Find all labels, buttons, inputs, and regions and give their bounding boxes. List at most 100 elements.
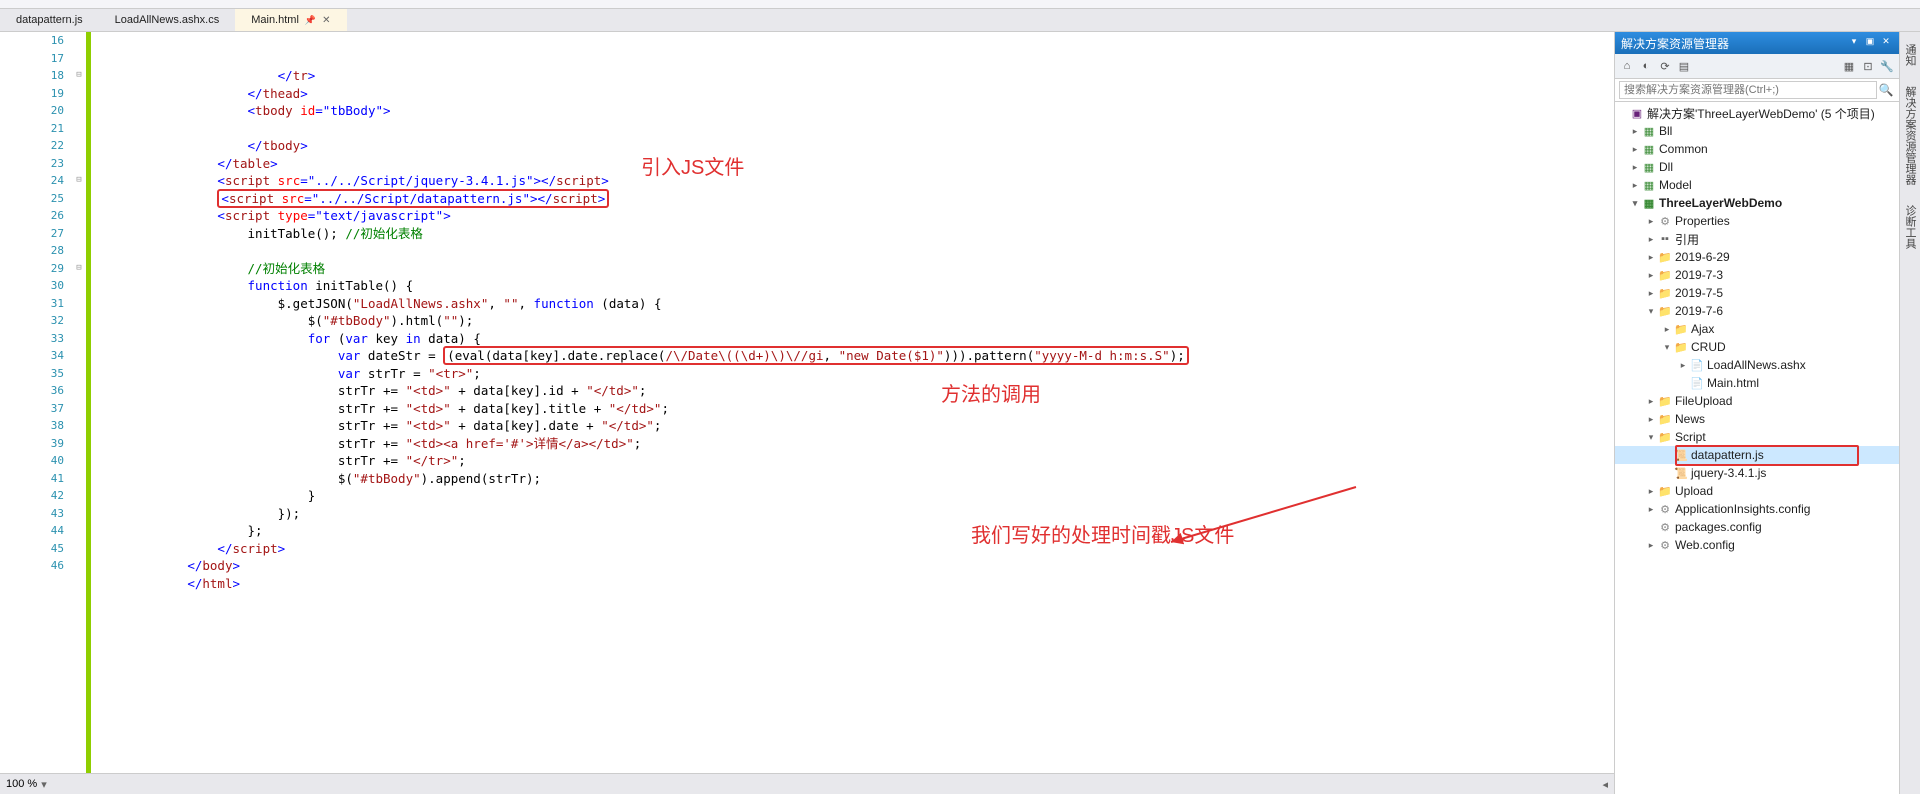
home-icon[interactable]: ⌂ bbox=[1619, 58, 1635, 74]
expand-icon[interactable]: ▾ bbox=[1629, 198, 1641, 209]
solution-root[interactable]: ▣解决方案'ThreeLayerWebDemo' (5 个项目) bbox=[1615, 104, 1899, 122]
tree-item-datapattern-js[interactable]: 📜datapattern.js bbox=[1615, 446, 1899, 464]
se-search-input[interactable] bbox=[1619, 81, 1877, 99]
outline-marker[interactable] bbox=[72, 102, 86, 120]
se-close-icon[interactable]: ✕ bbox=[1879, 36, 1893, 50]
outline-marker[interactable] bbox=[72, 540, 86, 558]
expand-icon[interactable]: ▸ bbox=[1645, 504, 1657, 515]
pin-icon[interactable]: 📌 bbox=[305, 15, 316, 26]
search-icon[interactable]: 🔍 bbox=[1877, 81, 1895, 99]
outline-marker[interactable] bbox=[72, 470, 86, 488]
outline-marker[interactable] bbox=[72, 295, 86, 313]
outline-marker[interactable] bbox=[72, 50, 86, 68]
show-icon[interactable]: ▦ bbox=[1841, 58, 1857, 74]
tree-item-threelayerwebdemo[interactable]: ▾▦ThreeLayerWebDemo bbox=[1615, 194, 1899, 212]
outline-marker[interactable] bbox=[72, 85, 86, 103]
tree-item-dll[interactable]: ▸▦Dll bbox=[1615, 158, 1899, 176]
outline-marker[interactable] bbox=[72, 505, 86, 523]
tree-item-bll[interactable]: ▸▦Bll bbox=[1615, 122, 1899, 140]
tree-item-packages-config[interactable]: ⚙packages.config bbox=[1615, 518, 1899, 536]
outline-marker[interactable] bbox=[72, 207, 86, 225]
tree-item-news[interactable]: ▸📁News bbox=[1615, 410, 1899, 428]
outline-marker[interactable] bbox=[72, 120, 86, 138]
expand-icon[interactable]: ▸ bbox=[1645, 540, 1657, 551]
tree-item--[interactable]: ▸▪▪引用 bbox=[1615, 230, 1899, 248]
tree-item-ajax[interactable]: ▸📁Ajax bbox=[1615, 320, 1899, 338]
tree-item-loadallnews-ashx[interactable]: ▸📄LoadAllNews.ashx bbox=[1615, 356, 1899, 374]
tree-item-properties[interactable]: ▸⚙Properties bbox=[1615, 212, 1899, 230]
tree-item-crud[interactable]: ▾📁CRUD bbox=[1615, 338, 1899, 356]
tree-item-upload[interactable]: ▸📁Upload bbox=[1615, 482, 1899, 500]
tree-item-applicationinsights-config[interactable]: ▸⚙ApplicationInsights.config bbox=[1615, 500, 1899, 518]
outline-marker[interactable] bbox=[72, 400, 86, 418]
outline-marker[interactable] bbox=[72, 435, 86, 453]
side-tab-解决方案资源管理器[interactable]: 解决方案资源管理器 bbox=[1900, 80, 1920, 191]
tab-main-html[interactable]: Main.html📌✕ bbox=[235, 9, 346, 31]
zoom-dropdown-icon[interactable]: ▾ bbox=[41, 778, 47, 791]
tree-item-model[interactable]: ▸▦Model bbox=[1615, 176, 1899, 194]
se-pin-icon[interactable]: ▣ bbox=[1863, 36, 1877, 50]
props-icon[interactable]: ⊡ bbox=[1860, 58, 1876, 74]
expand-icon[interactable]: ▸ bbox=[1645, 396, 1657, 407]
expand-icon[interactable]: ▸ bbox=[1645, 486, 1657, 497]
expand-icon[interactable]: ▸ bbox=[1645, 414, 1657, 425]
expand-icon[interactable]: ▸ bbox=[1645, 270, 1657, 281]
tree-item-jquery-3-4-1-js[interactable]: 📜jquery-3.4.1.js bbox=[1615, 464, 1899, 482]
outline-marker[interactable] bbox=[72, 452, 86, 470]
expand-icon[interactable]: ▾ bbox=[1645, 432, 1657, 443]
expand-icon[interactable]: ▾ bbox=[1661, 342, 1673, 353]
outline-marker[interactable] bbox=[72, 277, 86, 295]
expand-icon[interactable]: ▸ bbox=[1645, 252, 1657, 263]
tree-item-2019-7-3[interactable]: ▸📁2019-7-3 bbox=[1615, 266, 1899, 284]
outline-marker[interactable] bbox=[72, 312, 86, 330]
expand-icon[interactable]: ▸ bbox=[1645, 216, 1657, 227]
sync-icon[interactable]: ⟳ bbox=[1657, 58, 1673, 74]
outline-marker[interactable] bbox=[72, 330, 86, 348]
outline-marker[interactable] bbox=[72, 137, 86, 155]
outline-marker[interactable] bbox=[72, 347, 86, 365]
outline-marker[interactable]: ⊟ bbox=[72, 67, 86, 85]
tree-item-common[interactable]: ▸▦Common bbox=[1615, 140, 1899, 158]
expand-icon[interactable]: ▸ bbox=[1645, 234, 1657, 245]
tree-item-fileupload[interactable]: ▸📁FileUpload bbox=[1615, 392, 1899, 410]
outline-marker[interactable]: ⊟ bbox=[72, 260, 86, 278]
tree-item-main-html[interactable]: 📄Main.html bbox=[1615, 374, 1899, 392]
outline-marker[interactable] bbox=[72, 417, 86, 435]
tab-loadallnews-ashx-cs[interactable]: LoadAllNews.ashx.cs bbox=[99, 9, 236, 31]
expand-icon[interactable]: ▸ bbox=[1661, 324, 1673, 335]
outline-marker[interactable] bbox=[72, 155, 86, 173]
outline-marker[interactable] bbox=[72, 225, 86, 243]
wrench-icon[interactable]: 🔧 bbox=[1879, 58, 1895, 74]
tab-datapattern-js[interactable]: datapattern.js bbox=[0, 9, 99, 31]
se-dropdown-icon[interactable]: ▾ bbox=[1847, 36, 1861, 50]
code-area[interactable]: </tr> </thead> <tbody id="tbBody"> </tbo… bbox=[91, 32, 1614, 773]
outline-marker[interactable]: ⊟ bbox=[72, 172, 86, 190]
se-tree[interactable]: ▣解决方案'ThreeLayerWebDemo' (5 个项目)▸▦Bll▸▦C… bbox=[1615, 102, 1899, 794]
tree-item-script[interactable]: ▾📁Script bbox=[1615, 428, 1899, 446]
expand-icon[interactable]: ▾ bbox=[1645, 306, 1657, 317]
expand-icon[interactable]: ▸ bbox=[1629, 126, 1641, 137]
outline-marker[interactable] bbox=[72, 32, 86, 50]
expand-icon[interactable]: ▸ bbox=[1629, 144, 1641, 155]
tree-item-2019-7-6[interactable]: ▾📁2019-7-6 bbox=[1615, 302, 1899, 320]
expand-icon[interactable]: ▸ bbox=[1677, 360, 1689, 371]
outline-marker[interactable] bbox=[72, 190, 86, 208]
close-icon[interactable]: ✕ bbox=[322, 15, 330, 26]
outline-marker[interactable] bbox=[72, 365, 86, 383]
expand-icon[interactable]: ▸ bbox=[1645, 288, 1657, 299]
side-tab-通知[interactable]: 通知 bbox=[1900, 38, 1920, 72]
back-icon[interactable]: ◐ bbox=[1638, 58, 1654, 74]
outline-marker[interactable] bbox=[72, 487, 86, 505]
outline-marker[interactable] bbox=[72, 522, 86, 540]
tree-item-2019-6-29[interactable]: ▸📁2019-6-29 bbox=[1615, 248, 1899, 266]
expand-icon[interactable]: ▸ bbox=[1629, 162, 1641, 173]
outline-marker[interactable] bbox=[72, 382, 86, 400]
outline-marker[interactable] bbox=[72, 557, 86, 575]
tree-item-2019-7-5[interactable]: ▸📁2019-7-5 bbox=[1615, 284, 1899, 302]
tree-item-web-config[interactable]: ▸⚙Web.config bbox=[1615, 536, 1899, 554]
outline-marker[interactable] bbox=[72, 242, 86, 260]
zoom-value[interactable]: 100 % bbox=[6, 778, 37, 790]
tool-icon[interactable]: ▤ bbox=[1676, 58, 1692, 74]
expand-icon[interactable]: ▸ bbox=[1629, 180, 1641, 191]
scroll-left-icon[interactable]: ◂ bbox=[1602, 778, 1608, 791]
